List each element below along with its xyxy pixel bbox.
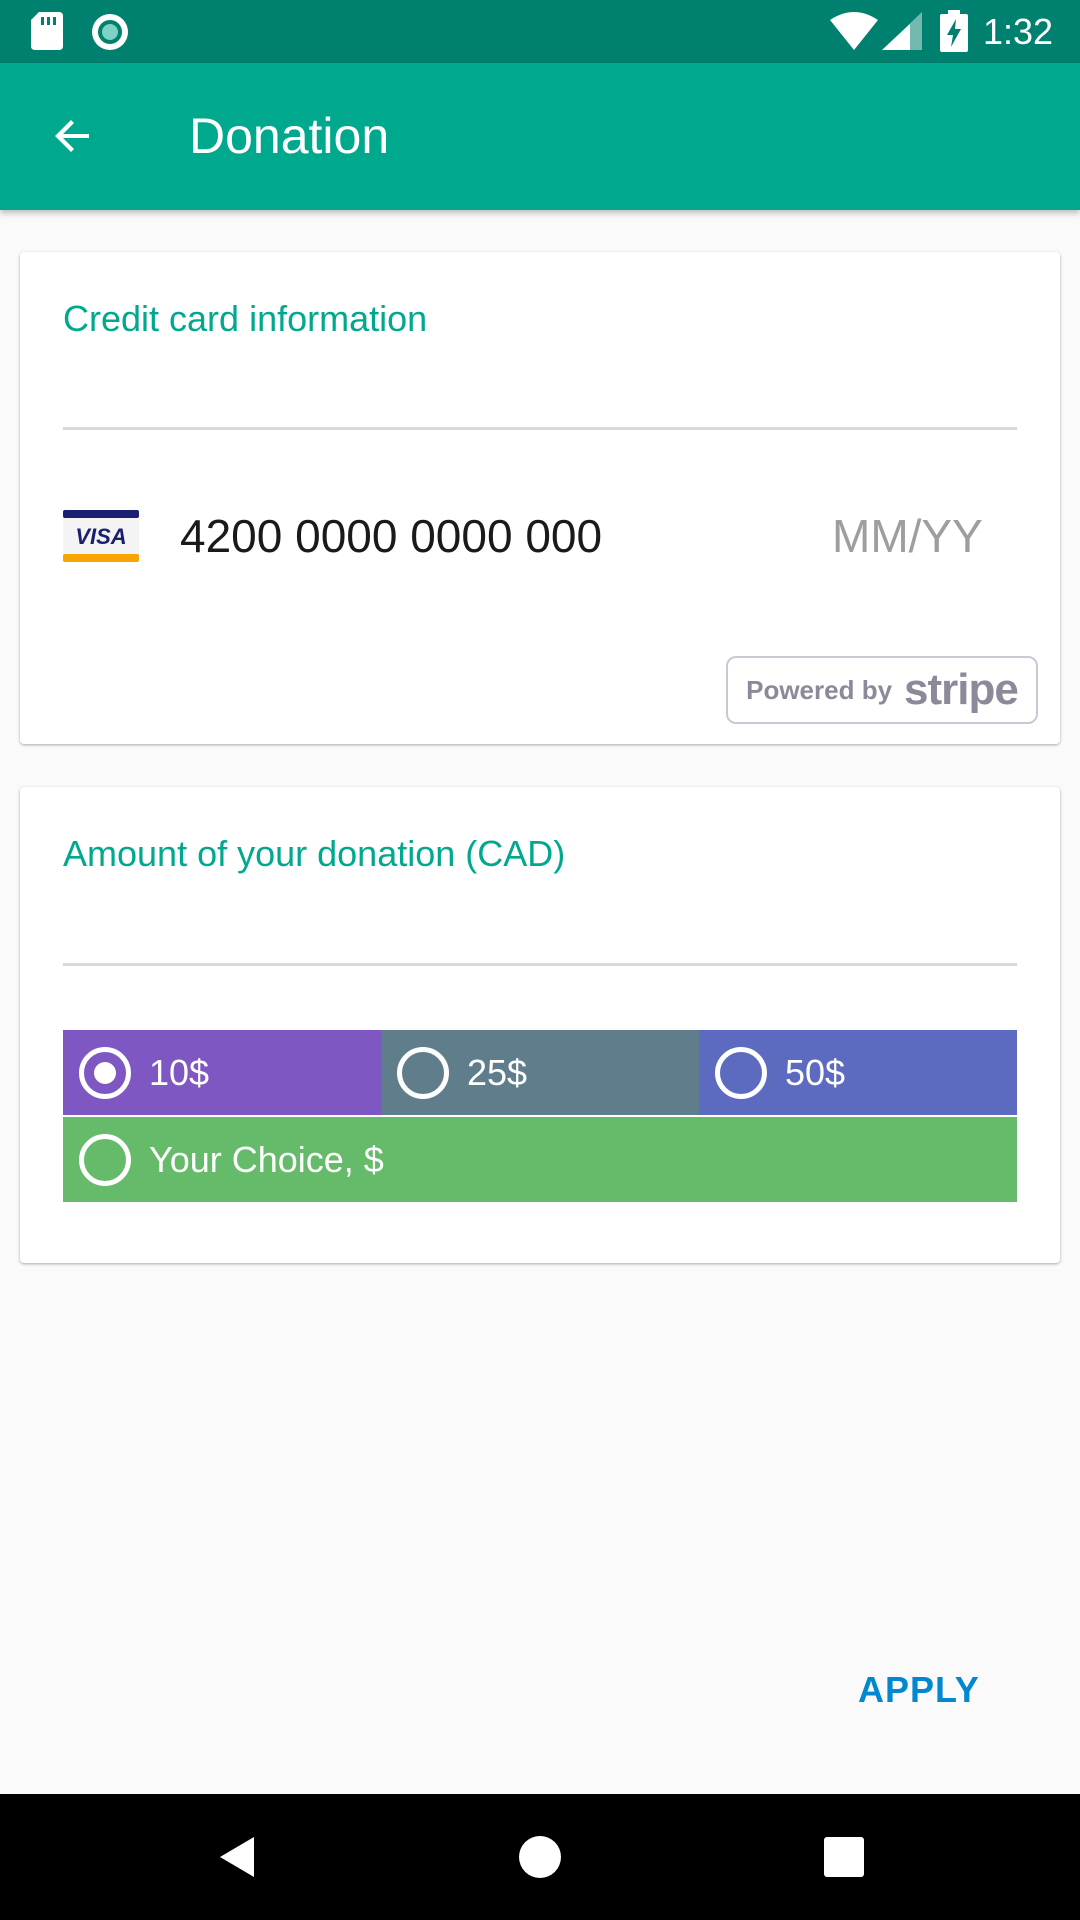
stripe-logo: stripe (904, 665, 1019, 714)
donation-option-label: 50$ (785, 1051, 846, 1093)
donation-option-label: 10$ (149, 1051, 210, 1093)
arrow-back-icon (55, 120, 89, 152)
status-time: 1:32 (983, 11, 1054, 52)
nav-recents-icon[interactable] (816, 1829, 872, 1885)
radio-selected-icon[interactable] (79, 1046, 131, 1099)
nav-back-icon[interactable] (210, 1829, 266, 1885)
apply-button[interactable]: APPLY (858, 1660, 980, 1720)
nav-home-icon[interactable] (512, 1829, 568, 1885)
radio-unselected-icon[interactable] (79, 1133, 131, 1186)
back-button[interactable] (38, 101, 108, 171)
card-number-input[interactable] (180, 506, 650, 566)
donation-option-label: Your Choice, $ (149, 1138, 384, 1180)
page-title: Donation (189, 108, 390, 164)
wifi-icon (830, 12, 878, 50)
donation-screen: 1:32 Donation Credit card information VI… (0, 0, 1080, 1920)
donation-amount-card: Amount of your donation (CAD) 10$ 25$ 50… (20, 787, 1060, 1263)
donation-option-label: 25$ (467, 1051, 528, 1093)
navigation-bar (0, 1794, 1080, 1920)
radio-unselected-icon[interactable] (715, 1046, 767, 1099)
donation-option-10[interactable]: 10$ (63, 1030, 381, 1115)
donation-option-custom[interactable]: Your Choice, $ (63, 1117, 1017, 1202)
powered-by-label: Powered by (746, 674, 893, 705)
radio-unselected-icon[interactable] (397, 1046, 449, 1099)
credit-card-card: Credit card information VISA Powered by … (20, 252, 1060, 744)
divider (63, 427, 1017, 430)
visa-brand-text: VISA (75, 524, 126, 549)
credit-card-section-label: Credit card information (63, 298, 428, 339)
expiry-input[interactable] (832, 506, 1012, 566)
visa-card-icon: VISA (63, 510, 139, 562)
sync-icon (92, 14, 128, 50)
powered-by-stripe-badge[interactable]: Powered by stripe (726, 656, 1038, 724)
donation-section-label: Amount of your donation (CAD) (63, 833, 566, 874)
sd-card-icon (31, 12, 63, 50)
divider (63, 963, 1017, 966)
signal-icon (882, 12, 922, 50)
battery-charging-icon (940, 10, 968, 52)
status-bar: 1:32 (0, 0, 1080, 63)
donation-option-50[interactable]: 50$ (699, 1030, 1017, 1115)
donation-option-25[interactable]: 25$ (381, 1030, 699, 1115)
app-bar: Donation (0, 63, 1080, 210)
